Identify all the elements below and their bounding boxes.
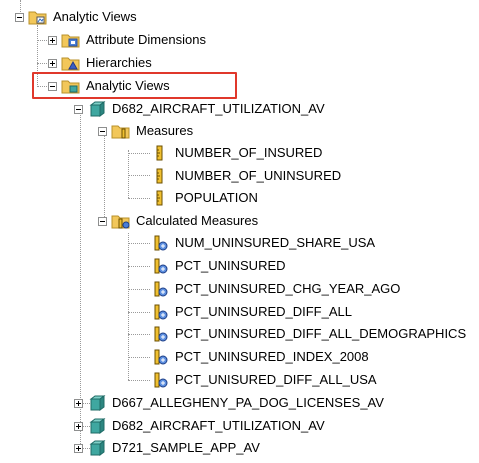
collapse-toggle[interactable] [48, 81, 57, 91]
tree-node-hierarchies[interactable]: Hierarchies [48, 52, 154, 74]
analytic-view-cube-icon [87, 100, 107, 118]
tree-node-calculated-measure[interactable]: PCT_UNISURED_DIFF_ALL_USA [150, 369, 379, 391]
tree-node-analytic-view[interactable]: D721_SAMPLE_APP_AV [74, 437, 262, 459]
tree-node-label: NUMBER_OF_UNINSURED [175, 168, 342, 183]
calculated-measure-icon [150, 280, 170, 298]
calculated-measure-icon [150, 348, 170, 366]
attribute-dimensions-folder-icon [61, 31, 81, 49]
tree-node-measure[interactable]: NUMBER_OF_UNINSURED [150, 165, 343, 187]
calculated-measure-icon [150, 371, 170, 389]
expand-toggle[interactable] [74, 443, 83, 453]
tree-node-label: Analytic Views [53, 9, 137, 24]
analytic-views-folder-icon [61, 77, 81, 95]
tree-node-label: PCT_UNINSURED_INDEX_2008 [175, 349, 369, 364]
tree-guide-line [128, 175, 150, 176]
tree-node-calculated-measure[interactable]: PCT_UNINSURED_CHG_YEAR_AGO [150, 278, 402, 300]
tree-node-label: NUM_UNINSURED_SHARE_USA [175, 235, 376, 250]
expand-toggle[interactable] [48, 58, 57, 68]
object-tree: Analytic Views Attribute Dimensions Hier… [0, 0, 479, 463]
tree-guide-line [128, 289, 150, 290]
tree-node-analytic-views-root[interactable]: Analytic Views [15, 6, 139, 28]
tree-node-calculated-measures[interactable]: Calculated Measures [98, 210, 260, 232]
tree-node-label: Measures [136, 123, 194, 138]
measure-icon [150, 144, 170, 162]
analytic-views-folder-icon [28, 8, 48, 26]
tree-guide-line [128, 380, 150, 381]
tree-node-calculated-measure[interactable]: PCT_UNINSURED_INDEX_2008 [150, 346, 371, 368]
tree-node-label: PCT_UNISURED_DIFF_ALL_USA [175, 372, 377, 387]
collapse-toggle[interactable] [98, 216, 107, 226]
tree-node-analytic-view[interactable]: D667_ALLEGHENY_PA_DOG_LICENSES_AV [74, 392, 386, 414]
tree-node-analytic-views-folder[interactable]: Analytic Views [48, 75, 172, 97]
calculated-measure-icon [150, 303, 170, 321]
tree-guide-line [128, 312, 150, 313]
tree-node-label: D682_AIRCRAFT_UTILIZATION_AV [112, 418, 325, 433]
measures-folder-icon [111, 122, 131, 140]
calculated-measure-icon [150, 325, 170, 343]
tree-guide-line [104, 133, 105, 221]
analytic-view-cube-icon [87, 417, 107, 435]
expand-toggle[interactable] [74, 398, 83, 408]
tree-guide-line [128, 150, 129, 198]
calculated-measure-icon [150, 234, 170, 252]
expand-toggle[interactable] [74, 421, 83, 431]
tree-node-label: D667_ALLEGHENY_PA_DOG_LICENSES_AV [112, 395, 384, 410]
tree-node-label: PCT_UNINSURED_DIFF_ALL [175, 304, 352, 319]
tree-node-label: D682_AIRCRAFT_UTILIZATION_AV [112, 101, 325, 116]
tree-node-measures[interactable]: Measures [98, 120, 195, 142]
collapse-toggle[interactable] [98, 126, 107, 136]
tree-node-calculated-measure[interactable]: PCT_UNINSURED [150, 255, 288, 277]
tree-node-calculated-measure[interactable]: PCT_UNINSURED_DIFF_ALL_DEMOGRAPHICS [150, 323, 468, 345]
hierarchies-folder-icon [61, 54, 81, 72]
tree-node-analytic-view[interactable]: D682_AIRCRAFT_UTILIZATION_AV [74, 98, 327, 120]
tree-guide-line [128, 198, 150, 199]
tree-node-label: NUMBER_OF_INSURED [175, 145, 323, 160]
tree-node-label: Hierarchies [86, 55, 152, 70]
analytic-view-cube-icon [87, 394, 107, 412]
tree-node-label: PCT_UNINSURED_CHG_YEAR_AGO [175, 281, 401, 296]
tree-guide-line [128, 153, 150, 154]
tree-node-analytic-view[interactable]: D682_AIRCRAFT_UTILIZATION_AV [74, 415, 327, 437]
tree-guide-line [128, 266, 150, 267]
tree-node-label: D721_SAMPLE_APP_AV [112, 440, 260, 455]
analytic-view-cube-icon [87, 439, 107, 457]
tree-node-label: Attribute Dimensions [86, 32, 206, 47]
tree-node-measure[interactable]: POPULATION [150, 187, 260, 209]
measure-icon [150, 189, 170, 207]
tree-node-label: PCT_UNINSURED_DIFF_ALL_DEMOGRAPHICS [175, 326, 467, 341]
measure-icon [150, 167, 170, 185]
tree-node-label: Analytic Views [86, 78, 170, 93]
collapse-toggle[interactable] [74, 104, 83, 114]
tree-guide-line [128, 357, 150, 358]
calculated-measures-folder-icon [111, 212, 131, 230]
tree-node-label: PCT_UNINSURED [175, 258, 286, 273]
expand-toggle[interactable] [48, 35, 57, 45]
tree-node-calculated-measure[interactable]: PCT_UNINSURED_DIFF_ALL [150, 301, 354, 323]
tree-guide-line [128, 334, 150, 335]
calculated-measure-icon [150, 257, 170, 275]
collapse-toggle[interactable] [15, 12, 24, 22]
tree-guide-line [128, 243, 150, 244]
tree-node-attribute-dimensions[interactable]: Attribute Dimensions [48, 29, 208, 51]
tree-node-measure[interactable]: NUMBER_OF_INSURED [150, 142, 324, 164]
tree-node-calculated-measure[interactable]: NUM_UNINSURED_SHARE_USA [150, 232, 377, 254]
tree-node-label: POPULATION [175, 190, 258, 205]
tree-node-label: Calculated Measures [136, 213, 259, 228]
